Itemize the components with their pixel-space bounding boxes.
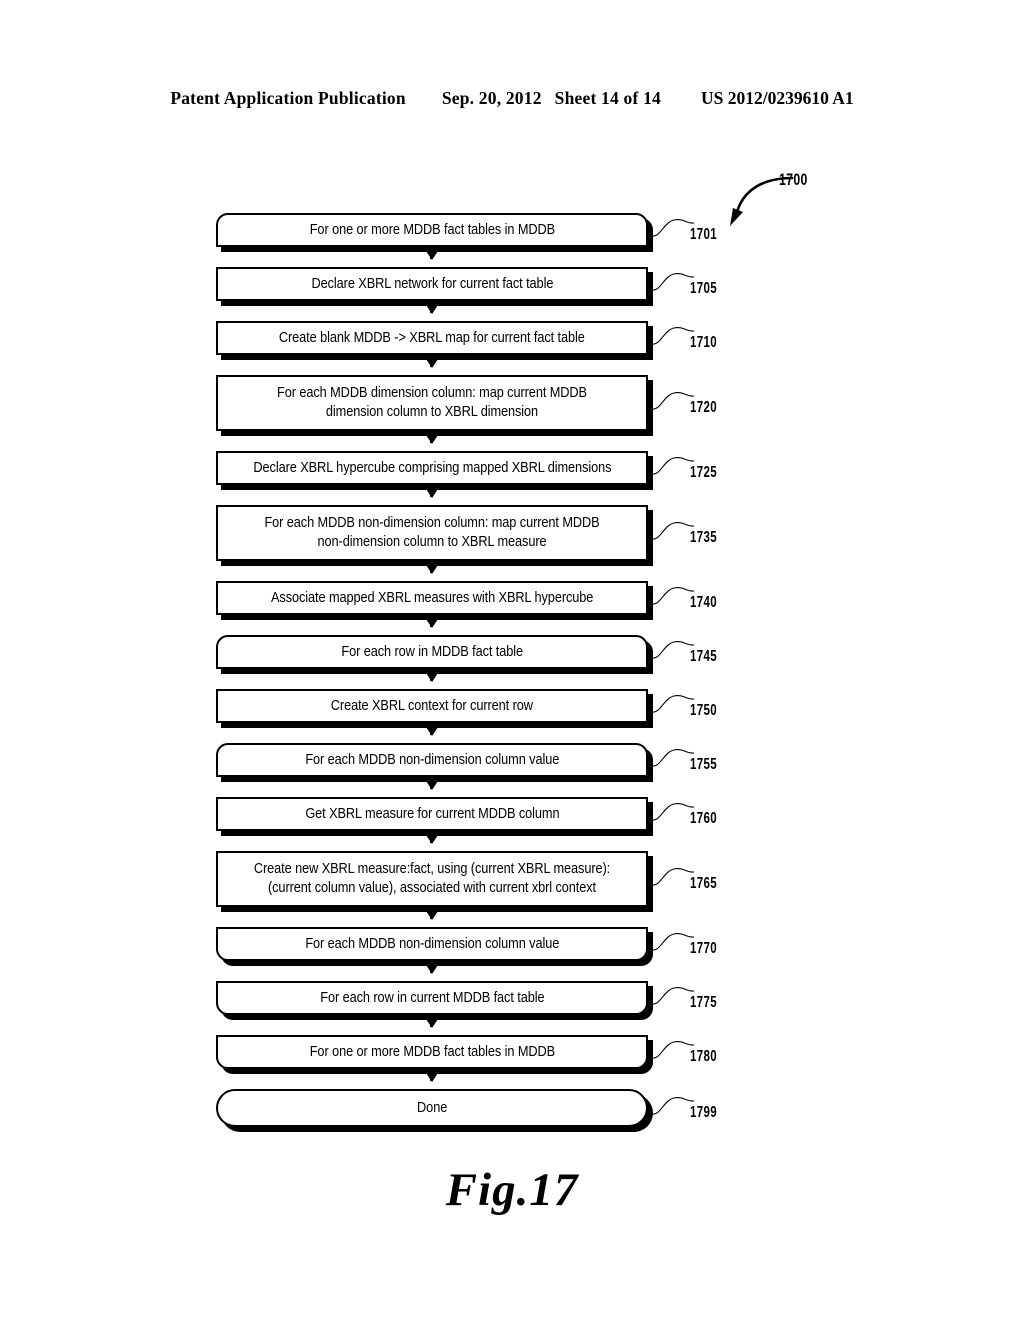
flow-connector-arrow: [425, 723, 438, 736]
flow-node-1725: Declare XBRL hypercube comprising mapped…: [216, 451, 653, 490]
flow-node-label: For one or more MDDB fact tables in MDDB: [309, 221, 555, 238]
flow-node-box: Get XBRL measure for current MDDB column: [216, 797, 648, 831]
flow-node-box: Create blank MDDB -> XBRL map for curren…: [216, 321, 648, 355]
flow-node-label: Declare XBRL hypercube comprising mapped…: [253, 459, 611, 476]
flow-node-1755: For each MDDB non-dimension column value: [216, 743, 653, 782]
flow-node-label: For each row in current MDDB fact table: [319, 989, 545, 1006]
flow-node-box: Associate mapped XBRL measures with XBRL…: [216, 581, 648, 615]
figure-caption: Fig.17: [445, 1164, 579, 1216]
flowchart-diagram: 1700 For one or more MDDB fact tables in…: [0, 0, 1024, 1320]
flow-node-label: Create XBRL context for current row: [330, 697, 534, 714]
flow-connector-arrow: [425, 669, 438, 682]
flow-node-box: Declare XBRL network for current fact ta…: [216, 267, 648, 301]
flow-connector-arrow: [425, 485, 438, 498]
flow-connector-arrow: [425, 561, 438, 574]
flow-node-1745: For each row in MDDB fact table: [216, 635, 653, 674]
flow-node-1770: For each MDDB non-dimension column value: [216, 927, 653, 966]
flow-node-1780: For one or more MDDB fact tables in MDDB: [216, 1035, 653, 1074]
flow-node-1760: Get XBRL measure for current MDDB column: [216, 797, 653, 836]
flow-node-label: Create blank MDDB -> XBRL map for curren…: [279, 329, 585, 346]
flow-connector-arrow: [425, 431, 438, 444]
flow-node-ref-1799: 1799: [690, 1104, 718, 1121]
flow-node-1735: For each MDDB non-dimension column: map …: [216, 505, 653, 566]
flow-node-label: Associate mapped XBRL measures with XBRL…: [270, 589, 594, 606]
flow-node-label: For each row in MDDB fact table: [341, 643, 523, 660]
flow-connector-arrow: [425, 1069, 438, 1082]
diagram-ref-1700: 1700: [779, 170, 808, 189]
flow-node-1799: Done: [216, 1089, 653, 1132]
flow-node-box: For each MDDB non-dimension column: map …: [216, 505, 648, 561]
flow-node-box: For each MDDB non-dimension column value: [216, 743, 648, 777]
flow-node-ref-1710: 1710: [690, 334, 718, 351]
flow-node-label: For each MDDB non-dimension column: map …: [264, 515, 600, 550]
flow-node-ref-1775: 1775: [690, 994, 718, 1011]
flow-node-label: Done: [416, 1099, 448, 1116]
flow-node-box: Done: [216, 1089, 648, 1127]
flow-node-ref-1765: 1765: [690, 875, 718, 892]
flow-node-box: Create XBRL context for current row: [216, 689, 648, 723]
flow-node-ref-1735: 1735: [690, 529, 718, 546]
flow-node-label: Declare XBRL network for current fact ta…: [311, 275, 553, 292]
flow-node-box: For each MDDB dimension column: map curr…: [216, 375, 648, 431]
flow-node-ref-1725: 1725: [690, 464, 718, 481]
flow-node-1720: For each MDDB dimension column: map curr…: [216, 375, 653, 436]
flow-node-ref-1760: 1760: [690, 810, 718, 827]
flow-node-1765: Create new XBRL measure:fact, using (cur…: [216, 851, 653, 912]
flow-node-label: For each MDDB non-dimension column value: [305, 935, 559, 952]
flow-node-ref-1750: 1750: [690, 702, 718, 719]
flow-node-ref-1720: 1720: [690, 399, 718, 416]
flow-node-box: For each row in MDDB fact table: [216, 635, 648, 669]
flow-node-ref-1740: 1740: [690, 594, 718, 611]
flow-node-label: Create new XBRL measure:fact, using (cur…: [253, 861, 611, 896]
flow-node-ref-1745: 1745: [690, 648, 718, 665]
flow-node-box: Declare XBRL hypercube comprising mapped…: [216, 451, 648, 485]
flow-connector-arrow: [425, 247, 438, 260]
flow-node-1740: Associate mapped XBRL measures with XBRL…: [216, 581, 653, 620]
flow-connector-arrow: [425, 907, 438, 920]
flow-node-box: For each MDDB non-dimension column value: [216, 927, 648, 961]
flow-connector-arrow: [425, 777, 438, 790]
flow-node-1705: Declare XBRL network for current fact ta…: [216, 267, 653, 306]
flow-node-1701: For one or more MDDB fact tables in MDDB: [216, 213, 653, 252]
flow-node-box: For one or more MDDB fact tables in MDDB: [216, 1035, 648, 1069]
flow-node-label: For one or more MDDB fact tables in MDDB: [309, 1043, 555, 1060]
flow-connector-arrow: [425, 961, 438, 974]
flow-connector-arrow: [425, 1015, 438, 1028]
flow-node-label: Get XBRL measure for current MDDB column: [304, 805, 560, 822]
flow-node-box: For one or more MDDB fact tables in MDDB: [216, 213, 648, 247]
flow-node-ref-1755: 1755: [690, 756, 718, 773]
flow-node-ref-1780: 1780: [690, 1048, 718, 1065]
flow-node-1750: Create XBRL context for current row: [216, 689, 653, 728]
flow-connector-arrow: [425, 355, 438, 368]
flow-node-label: For each MDDB non-dimension column value: [305, 751, 559, 768]
flow-node-ref-1770: 1770: [690, 940, 718, 957]
flow-connector-arrow: [425, 831, 438, 844]
flow-node-1710: Create blank MDDB -> XBRL map for curren…: [216, 321, 653, 360]
flow-connector-arrow: [425, 301, 438, 314]
flow-node-ref-1705: 1705: [690, 280, 718, 297]
flow-connector-arrow: [425, 615, 438, 628]
flow-node-box: For each row in current MDDB fact table: [216, 981, 648, 1015]
flow-node-1775: For each row in current MDDB fact table: [216, 981, 653, 1020]
flow-node-label: For each MDDB dimension column: map curr…: [277, 385, 587, 420]
flow-node-ref-1701: 1701: [690, 226, 718, 243]
flow-node-box: Create new XBRL measure:fact, using (cur…: [216, 851, 648, 907]
